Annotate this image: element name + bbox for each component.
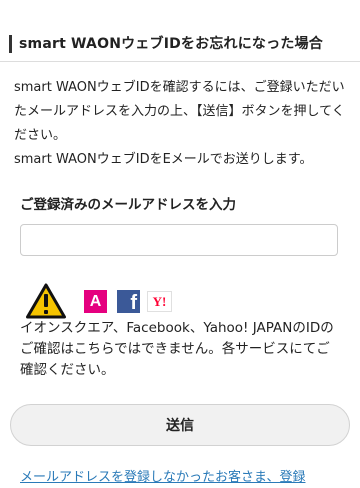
yahoo-japan-icon: Y!	[147, 291, 172, 312]
facebook-icon: f	[117, 290, 140, 313]
header-divider	[0, 61, 360, 62]
header-accent-bar	[9, 35, 12, 53]
email-field[interactable]	[20, 224, 338, 256]
page-title: smart WAONウェブIDをお忘れになった場合	[19, 36, 323, 52]
unregistered-email-link[interactable]: メールアドレスを登録しなかったお客さま、登録	[20, 468, 350, 488]
warning-icon	[26, 283, 66, 319]
service-notice: イオンスクエア、Facebook、Yahoo! JAPANのIDのご確認はこちら…	[20, 320, 334, 378]
email-label: ご登録済みのメールアドレスを入力	[20, 197, 236, 213]
instructions-line-1: smart WAONウェブIDを確認するには、ご登録いただいたメールアドレスを入…	[14, 80, 345, 143]
instructions: smart WAONウェブIDを確認するには、ご登録いただいたメールアドレスを入…	[14, 76, 349, 172]
aeon-square-icon: A	[84, 290, 107, 313]
submit-button[interactable]: 送信	[10, 404, 350, 446]
section-header: smart WAONウェブIDをお忘れになった場合	[0, 22, 360, 62]
instructions-line-2: smart WAONウェブIDをEメールでお送りします。	[14, 152, 313, 167]
